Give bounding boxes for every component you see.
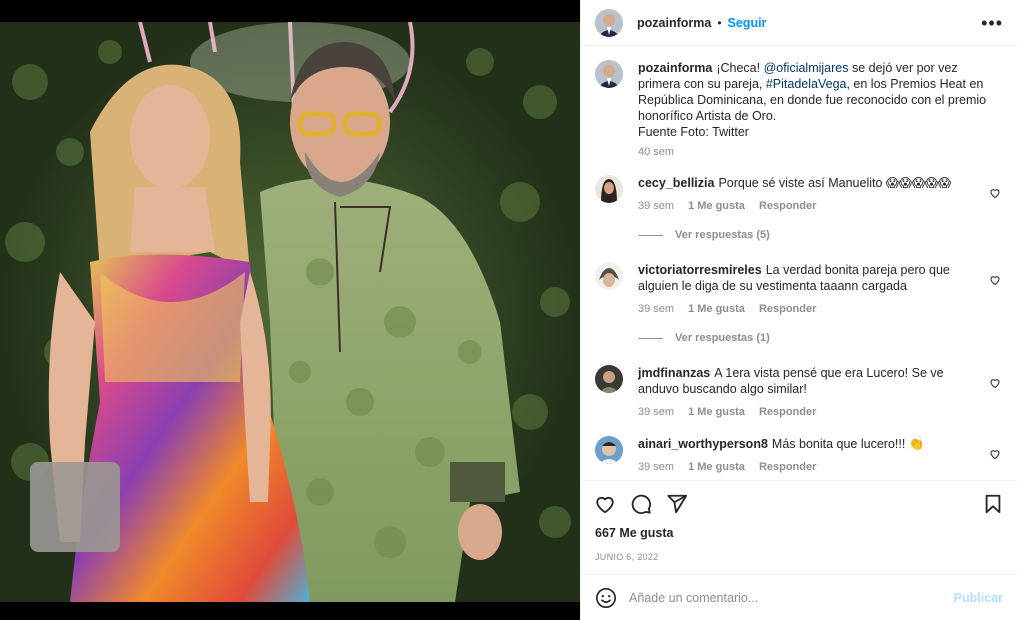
comment-likes[interactable]: 1 Me gusta (688, 406, 745, 418)
likes-count[interactable]: 667 Me gusta (581, 526, 1017, 544)
author-avatar-image (595, 8, 623, 37)
reply-button[interactable]: Responder (759, 461, 816, 473)
caption-prefix: ¡Checa! (716, 61, 764, 75)
like-comment-heart-icon[interactable] (989, 448, 1001, 460)
separator-dot: • (717, 15, 722, 30)
comment-button[interactable] (629, 492, 653, 516)
comment-meta: 39 sem 1 Me gusta Responder (638, 461, 981, 473)
paper-plane-icon (667, 494, 688, 513)
caption-avatar-image (595, 60, 623, 88)
mention-link[interactable]: @oficialmijares (764, 61, 849, 75)
post-header: pozainforma • Seguir ••• (581, 0, 1017, 46)
post-date: JUNIO 6, 2022 (595, 552, 659, 562)
commenter-username[interactable]: cecy_bellizia (638, 176, 714, 190)
emoji-icon[interactable] (595, 587, 617, 609)
commenter-avatar[interactable] (595, 262, 623, 290)
reply-button[interactable]: Responder (759, 406, 816, 418)
comment-item: victoriatorresmireles La verdad bonita pa… (595, 262, 1001, 315)
save-button[interactable] (981, 492, 1005, 516)
author-username[interactable]: pozainforma (637, 16, 711, 30)
commenter-username[interactable]: jmdfinanzas (638, 366, 710, 380)
comment-text: victoriatorresmireles La verdad bonita pa… (638, 262, 981, 294)
comment-body: victoriatorresmireles La verdad bonita pa… (638, 262, 981, 315)
author-avatar[interactable] (595, 8, 623, 37)
view-replies-button[interactable]: Ver respuestas (5) (639, 227, 1001, 243)
replies-line (639, 337, 663, 339)
caption-text: pozainforma ¡Checa! @oficialmijares se de… (638, 60, 1001, 140)
comment-likes[interactable]: 1 Me gusta (688, 461, 745, 473)
comment-text: cecy_bellizia Porque sé viste así Manueli… (638, 175, 981, 191)
commenter-avatar-image (595, 262, 623, 290)
comment-time[interactable]: 39 sem (638, 200, 674, 212)
commenter-username[interactable]: ainari_worthyperson8 (638, 437, 768, 451)
commenter-avatar-image (595, 436, 623, 464)
view-replies-label: Ver respuestas (5) (675, 229, 770, 241)
follow-button[interactable]: Seguir (728, 16, 767, 30)
comment-item: jmdfinanzas A 1era vista pensé que era Lu… (595, 365, 1001, 418)
commenter-avatar[interactable] (595, 365, 623, 393)
replies-line (639, 234, 663, 236)
comment-text: ainari_worthyperson8 Más bonita que lucer… (638, 436, 981, 452)
hashtag-link[interactable]: #PitadelaVega (766, 77, 847, 91)
photo-panel (0, 0, 580, 620)
comment-body: ainari_worthyperson8 Más bonita que lucer… (638, 436, 981, 473)
post-photo[interactable] (0, 22, 580, 602)
comment-content: Más bonita que lucero!!! 👏 (771, 437, 925, 451)
comment-content: Porque sé viste así Manuelito 😱😱😱😱😱 (718, 176, 952, 190)
commenter-avatar-image (595, 175, 623, 203)
like-comment-heart-icon[interactable] (989, 377, 1001, 389)
comment-body: cecy_bellizia Porque sé viste así Manueli… (638, 175, 981, 212)
bookmark-icon (985, 494, 1001, 513)
publish-button[interactable]: Publicar (954, 591, 1003, 605)
instagram-post-view: pozainforma • Seguir ••• pozainforma ¡Ch… (0, 0, 1017, 620)
caption-time[interactable]: 40 sem (638, 146, 1001, 158)
comments-list[interactable]: pozainforma ¡Checa! @oficialmijares se de… (581, 46, 1017, 480)
post-caption: pozainforma ¡Checa! @oficialmijares se de… (595, 60, 1001, 158)
comment-input[interactable] (629, 590, 954, 605)
commenter-avatar[interactable] (595, 175, 623, 203)
add-comment-bar: Publicar (581, 574, 1017, 620)
comment-item: cecy_bellizia Porque sé viste así Manueli… (595, 175, 1001, 212)
like-comment-heart-icon[interactable] (989, 187, 1001, 199)
comment-likes[interactable]: 1 Me gusta (688, 200, 745, 212)
commenter-avatar[interactable] (595, 436, 623, 464)
comment-meta: 39 sem 1 Me gusta Responder (638, 303, 981, 315)
comment-item: ainari_worthyperson8 Más bonita que lucer… (595, 436, 1001, 473)
caption-author-avatar[interactable] (595, 60, 623, 88)
post-actions-bar (581, 480, 1017, 526)
comment-time[interactable]: 39 sem (638, 461, 674, 473)
more-options-icon[interactable]: ••• (981, 14, 1003, 32)
comment-time[interactable]: 39 sem (638, 406, 674, 418)
reply-button[interactable]: Responder (759, 200, 816, 212)
caption-source: Fuente Foto: Twitter (638, 125, 749, 139)
like-button[interactable] (593, 492, 617, 516)
reply-button[interactable]: Responder (759, 303, 816, 315)
comment-text: jmdfinanzas A 1era vista pensé que era Lu… (638, 365, 981, 397)
comment-bubble-icon (631, 494, 651, 514)
commenter-avatar-image (595, 365, 623, 393)
comment-likes[interactable]: 1 Me gusta (688, 303, 745, 315)
comment-time[interactable]: 39 sem (638, 303, 674, 315)
caption-body: pozainforma ¡Checa! @oficialmijares se de… (638, 60, 1001, 158)
caption-username[interactable]: pozainforma (638, 61, 712, 75)
comment-meta: 39 sem 1 Me gusta Responder (638, 406, 981, 418)
like-comment-heart-icon[interactable] (989, 274, 1001, 286)
comment-body: jmdfinanzas A 1era vista pensé que era Lu… (638, 365, 981, 418)
view-replies-button[interactable]: Ver respuestas (1) (639, 330, 1001, 346)
heart-icon (596, 496, 614, 513)
photo-illustration (0, 22, 580, 602)
comment-meta: 39 sem 1 Me gusta Responder (638, 200, 981, 212)
post-side-panel: pozainforma • Seguir ••• pozainforma ¡Ch… (580, 0, 1017, 620)
share-button[interactable] (665, 492, 689, 516)
view-replies-label: Ver respuestas (1) (675, 332, 770, 344)
commenter-username[interactable]: victoriatorresmireles (638, 263, 762, 277)
